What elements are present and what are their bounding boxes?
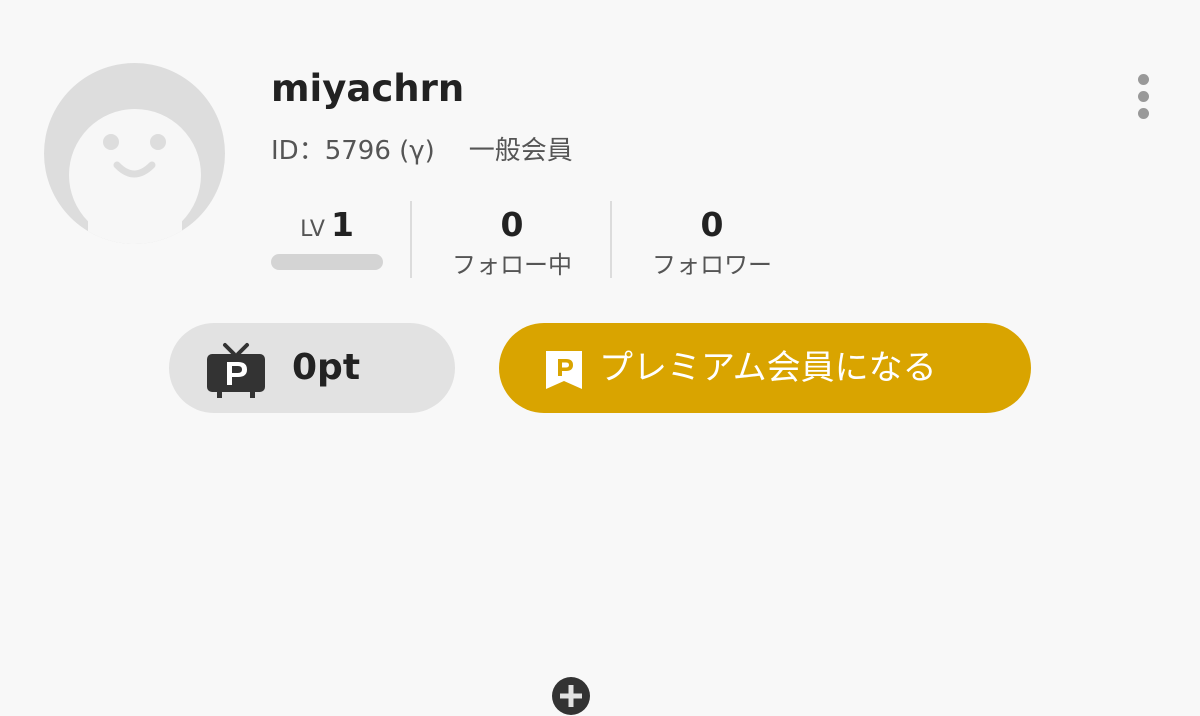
tv-points-icon [207,343,265,398]
membership-rank: 一般会員 [468,136,573,166]
premium-button-label: プレミアム会員になる [599,348,937,388]
level-stat: LV 1 [268,200,386,280]
stat-divider [610,201,612,278]
following-stat[interactable]: 0 フォロー中 [431,200,593,280]
stat-divider [410,201,412,278]
followers-count: 0 [700,205,724,244]
default-avatar-face-icon [69,109,201,244]
plus-circle-icon[interactable] [551,676,591,716]
premium-membership-button[interactable]: プレミアム会員になる [499,323,1031,413]
more-options-button[interactable] [1124,70,1164,126]
followers-stat[interactable]: 0 フォロワー [631,200,793,280]
points-balance: 0pt [292,347,361,388]
level-value: 1 [330,205,354,244]
username: miyachrn [271,67,465,110]
user-id: ID：5796 (γ) [271,136,435,166]
level-progress-bar [271,254,383,270]
following-label: フォロー中 [452,251,572,279]
followers-label: フォロワー [652,251,772,279]
level-label: LV [300,217,325,242]
following-count: 0 [500,205,524,244]
user-id-line: ID：5796 (γ) 一般会員 [271,132,573,170]
premium-flag-icon [546,351,582,389]
points-button[interactable]: 0pt [169,323,590,715]
avatar[interactable] [44,63,225,244]
